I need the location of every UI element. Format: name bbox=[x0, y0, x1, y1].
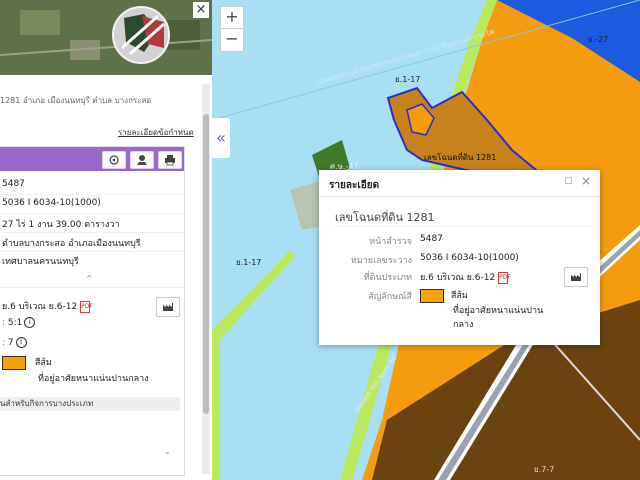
card-toolbar bbox=[0, 147, 184, 171]
area-value: 27 ไร่ 1 งาน 39.00 ตารางวา bbox=[2, 220, 120, 230]
color-symbol-row: สีส้ม bbox=[420, 288, 468, 303]
field-value-row: ย.6 บริเวณ ย.6-12 PDF bbox=[420, 270, 511, 284]
divider bbox=[0, 251, 184, 252]
panel-scrollbar[interactable] bbox=[202, 84, 210, 474]
field-label: หน้าสำรวจ bbox=[369, 237, 412, 247]
maximize-icon[interactable]: ▢ bbox=[564, 176, 573, 186]
far-ratio: 5:1 bbox=[7, 318, 23, 328]
divider bbox=[0, 213, 184, 214]
parcel-thumbnail-image bbox=[112, 6, 170, 64]
color-desc-line1: ที่อยู่อาศัยหนาแน่นปาน bbox=[453, 306, 544, 316]
color-desc: ที่อยู่อาศัยหนาแน่นปานกลาง bbox=[38, 374, 149, 384]
location-person-icon[interactable] bbox=[130, 151, 154, 169]
color-desc-line2: กลาง bbox=[453, 320, 474, 330]
zoning-code-row: ย.6 บริเวณ ย.6-12 PDF bbox=[2, 299, 93, 313]
factory-icon[interactable] bbox=[156, 297, 180, 317]
close-icon[interactable]: × bbox=[581, 174, 591, 188]
map-label: ย.7-7 bbox=[534, 465, 555, 474]
field-label: ที่ดินประเภท bbox=[363, 273, 412, 283]
pdf-icon[interactable]: PDF bbox=[80, 300, 93, 313]
chevron-up-icon[interactable]: ^ bbox=[86, 274, 93, 283]
parcel-map-label: เลขโฉนดที่ดิน 1281 bbox=[424, 153, 497, 162]
info-icon[interactable]: i bbox=[15, 337, 27, 348]
collapse-panel-button[interactable]: « bbox=[212, 118, 230, 158]
zoning-code: ย.6 บริเวณ ย.6-12 bbox=[2, 302, 78, 312]
field-label: สัญลักษณ์สี bbox=[368, 292, 412, 302]
factory-icon[interactable] bbox=[564, 267, 588, 287]
map-label: ย.-27 bbox=[588, 35, 609, 44]
popup-parcel-name: เลขโฉนดที่ดิน 1281 bbox=[335, 211, 435, 224]
color-name: สีส้ม bbox=[34, 358, 52, 368]
ratio-row-2: : 7i bbox=[2, 337, 27, 348]
pdf-icon[interactable]: PDF bbox=[498, 271, 511, 284]
osr-ratio: 7 bbox=[7, 338, 14, 348]
terms-link[interactable]: รายละเอียดข้อกำหนด bbox=[118, 126, 194, 139]
ratio-row: : 5:1 i bbox=[2, 317, 36, 328]
divider bbox=[0, 194, 184, 195]
divider bbox=[319, 196, 600, 197]
divider bbox=[335, 226, 590, 227]
left-panel: × 1281 อำเภอ เมืองนนทบุรี ตำบล บางกระสอ … bbox=[0, 0, 212, 480]
color-name: สีส้ม bbox=[450, 291, 468, 301]
satellite-thumbnail: × bbox=[0, 0, 212, 75]
field-value: 5487 bbox=[420, 234, 443, 244]
divider bbox=[0, 232, 184, 233]
map-sheet-value: 5036 I 6034-10(1000) bbox=[2, 198, 101, 208]
close-panel-button[interactable]: × bbox=[193, 2, 209, 18]
detail-popup: รายละเอียด ▢ × เลขโฉนดที่ดิน 1281 หน้าสำ… bbox=[319, 170, 600, 345]
print-icon[interactable] bbox=[158, 151, 182, 169]
map-target-icon[interactable] bbox=[102, 151, 126, 169]
map-label: ย.1-17 bbox=[236, 258, 262, 267]
survey-page-value: 5487 bbox=[2, 179, 25, 189]
location-value: ตำบลบางกระสอ อำเภอเมืองนนทบุรี bbox=[2, 239, 141, 249]
municipality-value: เทศบาลนครนนทบุรี bbox=[2, 257, 79, 267]
zoom-in-button[interactable]: + bbox=[220, 6, 244, 30]
scrollbar-thumb[interactable] bbox=[203, 114, 209, 414]
chevron-down-icon[interactable]: ⌄ bbox=[164, 447, 171, 456]
zoom-out-button[interactable]: − bbox=[220, 28, 244, 52]
parcel-address: 1281 อำเภอ เมืองนนทบุรี ตำบล บางกระสอ bbox=[0, 96, 152, 105]
special-use-row[interactable]: นสำหรับกิจการบางประเภท bbox=[0, 397, 180, 411]
orange-swatch bbox=[420, 288, 444, 303]
popup-title: รายละเอียด bbox=[329, 180, 380, 191]
map-label: ย.1-17 bbox=[395, 75, 421, 84]
info-icon[interactable]: i bbox=[24, 317, 36, 328]
zoning-code: ย.6 บริเวณ ย.6-12 bbox=[420, 273, 496, 283]
field-label: หมายเลขระวาง bbox=[350, 256, 412, 266]
parcel-detail-card: 5487 5036 I 6034-10(1000) 27 ไร่ 1 งาน 3… bbox=[0, 146, 185, 476]
orange-swatch bbox=[2, 355, 26, 370]
color-symbol-row: สีส้ม bbox=[2, 355, 52, 370]
divider bbox=[0, 287, 184, 288]
field-value: 5036 I 6034-10(1000) bbox=[420, 253, 519, 263]
